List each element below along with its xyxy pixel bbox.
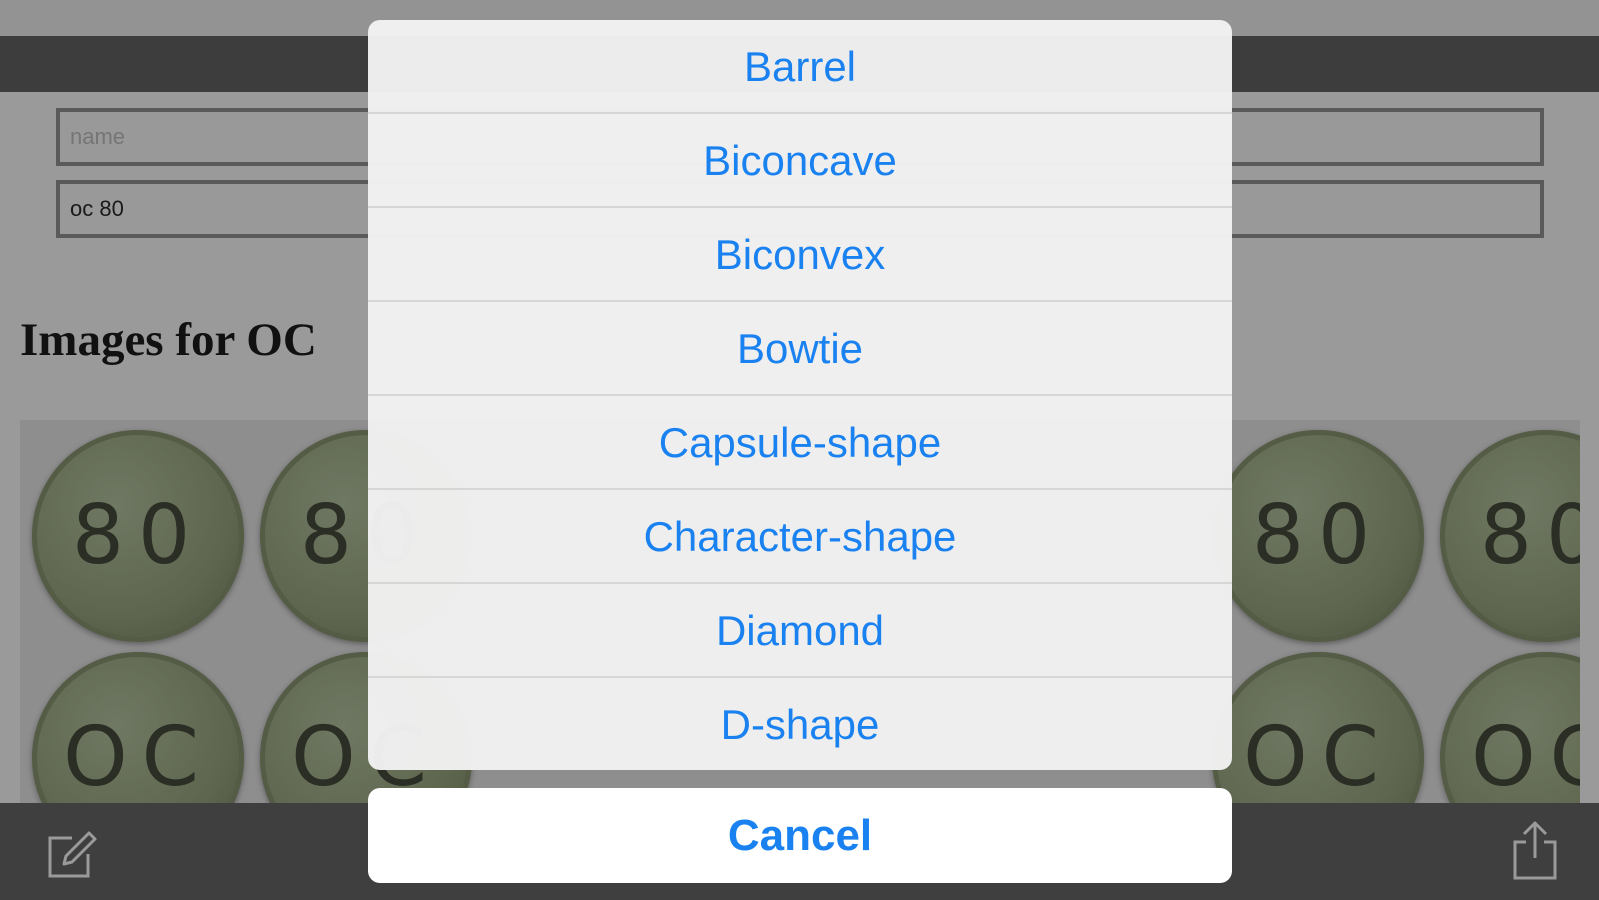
share-icon[interactable] [1509, 820, 1561, 882]
option-bowtie[interactable]: Bowtie [368, 302, 1232, 396]
pill-image[interactable]: OC [1212, 652, 1424, 803]
option-diamond[interactable]: Diamond [368, 584, 1232, 678]
cancel-button[interactable]: Cancel [368, 788, 1232, 883]
pill-image[interactable]: OC [32, 652, 244, 803]
option-barrel[interactable]: Barrel [368, 20, 1232, 114]
pill-image[interactable]: 80 [1212, 430, 1424, 642]
shape-action-sheet: Barrel Biconcave Biconvex Bowtie Capsule… [368, 20, 1232, 770]
pill-image[interactable]: OC [1440, 652, 1580, 803]
option-biconvex[interactable]: Biconvex [368, 208, 1232, 302]
images-heading: Images for OC [20, 314, 317, 366]
option-d-shape[interactable]: D-shape [368, 678, 1232, 770]
option-biconcave[interactable]: Biconcave [368, 114, 1232, 208]
compose-icon[interactable] [42, 826, 98, 882]
pill-image[interactable]: 80 [1440, 430, 1580, 642]
pill-image[interactable]: 80 [32, 430, 244, 642]
option-capsule-shape[interactable]: Capsule-shape [368, 396, 1232, 490]
option-character-shape[interactable]: Character-shape [368, 490, 1232, 584]
